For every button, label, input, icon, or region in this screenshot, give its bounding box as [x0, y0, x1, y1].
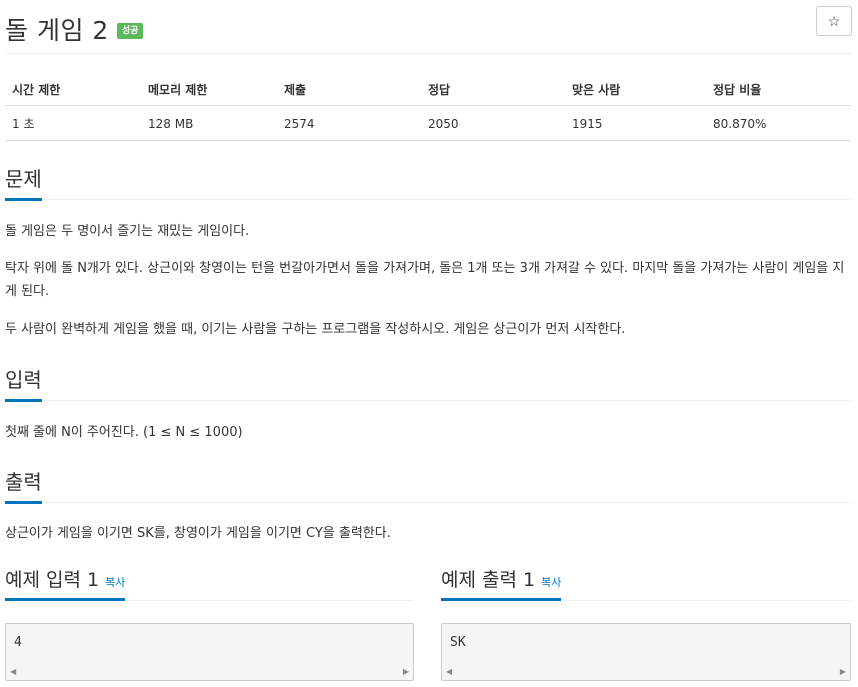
output-section-title: 출력: [5, 466, 42, 504]
value-memory-limit: 128 MB: [141, 105, 277, 141]
sample-input-content: 4: [14, 635, 22, 650]
scroll-right-arrow-icon[interactable]: ▶: [403, 667, 409, 676]
problem-paragraph-1: 돌 게임은 두 명이서 즐기는 재밌는 게임이다.: [5, 224, 250, 239]
value-accepted: 2050: [421, 105, 565, 141]
sample-input-heading: 예제 입력 1: [5, 569, 100, 591]
problem-info-table: 시간 제한 메모리 제한 제출 정답 맞은 사람 정답 비율 1 초 128 M…: [5, 75, 851, 141]
output-section-header: 출력: [5, 466, 851, 504]
problem-section-title: 문제: [5, 163, 42, 201]
scroll-right-arrow-icon[interactable]: ▶: [840, 667, 846, 676]
header-time-limit: 시간 제한: [5, 75, 141, 106]
value-solvers: 1915: [565, 105, 706, 141]
value-time-limit: 1 초: [5, 105, 141, 141]
sample-output-header: 예제 출력 1 복사: [441, 565, 851, 601]
sample-input-box[interactable]: 4 ◀ ▶: [5, 623, 414, 681]
problem-paragraph-2: 탁자 위에 돌 N개가 있다. 상근이와 창영이는 턴을 번갈아가면서 돌을 가…: [5, 261, 845, 299]
info-table-header-row: 시간 제한 메모리 제한 제출 정답 맞은 사람 정답 비율: [5, 75, 851, 106]
sample-input-title: 예제 입력 1 복사: [5, 565, 126, 601]
status-badge: 성공: [116, 23, 144, 39]
copy-sample-output-button[interactable]: 복사: [541, 576, 561, 589]
sample-output-content: SK: [450, 635, 466, 650]
header-memory-limit: 메모리 제한: [141, 75, 277, 106]
value-accept-ratio: 80.870%: [706, 105, 851, 141]
scroll-left-arrow-icon[interactable]: ◀: [10, 667, 16, 676]
page-title: 돌 게임 2: [5, 16, 109, 45]
input-section-header: 입력: [5, 364, 851, 402]
input-section-title: 입력: [5, 364, 42, 402]
sample-output-title: 예제 출력 1 복사: [441, 565, 562, 601]
sample-input-header: 예제 입력 1 복사: [5, 565, 413, 601]
header-submissions: 제출: [277, 75, 421, 106]
sample-output-heading: 예제 출력 1: [441, 569, 536, 591]
favorite-star-button[interactable]: ☆: [816, 6, 852, 36]
problem-title-row: 돌 게임 2 성공 ☆: [5, 6, 853, 52]
sample-output-box[interactable]: SK ◀ ▶: [441, 623, 851, 681]
title-divider: [5, 53, 853, 54]
input-description: 첫째 줄에 N이 주어진다. (1 ≤ N ≤ 1000): [5, 425, 243, 440]
header-accept-ratio: 정답 비율: [706, 75, 851, 106]
header-accepted: 정답: [421, 75, 565, 106]
header-solvers: 맞은 사람: [565, 75, 706, 106]
scroll-left-arrow-icon[interactable]: ◀: [446, 667, 452, 676]
value-submissions: 2574: [277, 105, 421, 141]
star-icon: ☆: [827, 12, 841, 29]
output-description: 상근이가 게임을 이기면 SK를, 창영이가 게임을 이기면 CY을 출력한다.: [5, 526, 391, 541]
problem-section-header: 문제: [5, 163, 851, 201]
copy-sample-input-button[interactable]: 복사: [105, 576, 125, 589]
info-table-row: 1 초 128 MB 2574 2050 1915 80.870%: [5, 105, 851, 141]
problem-paragraph-3: 두 사람이 완벽하게 게임을 했을 때, 이기는 사람을 구하는 프로그램을 작…: [5, 322, 626, 337]
